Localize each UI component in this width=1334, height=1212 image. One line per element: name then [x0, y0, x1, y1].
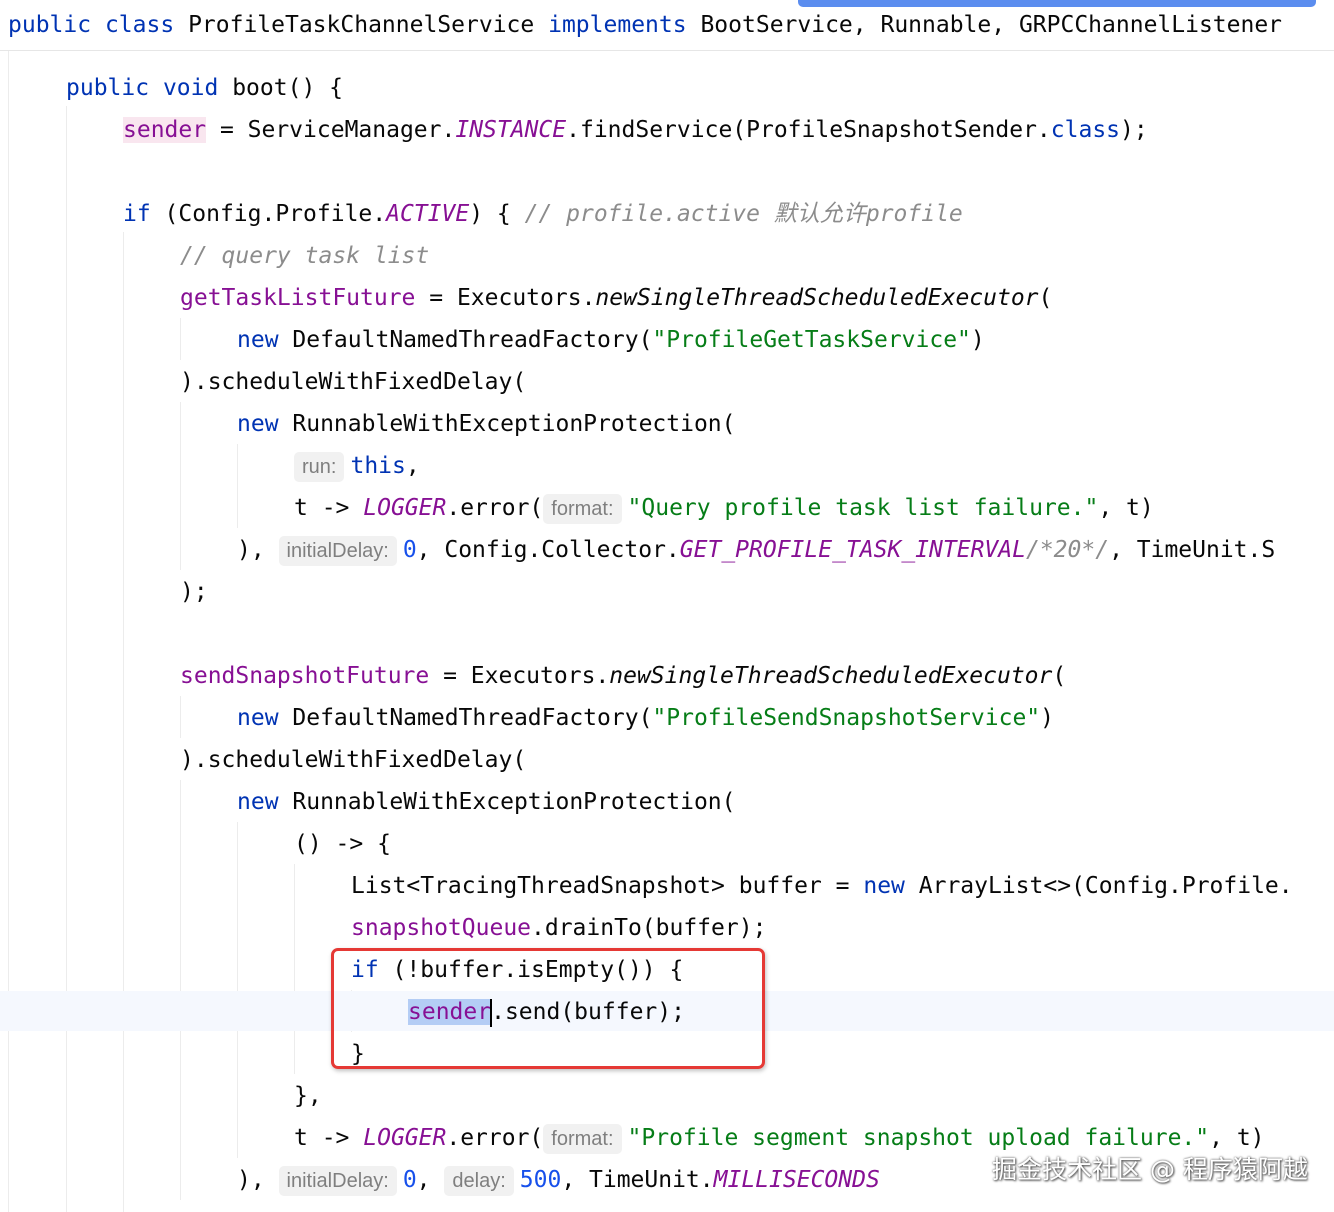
code-line-if-active: if (Config.Profile.ACTIVE) { // profile.…: [123, 201, 963, 227]
code-line-comment: // query task list: [180, 243, 430, 269]
code-line-close-1: );: [180, 579, 208, 605]
code-editor[interactable]: @0verride public class ProfileTaskChanne…: [0, 0, 1334, 1212]
param-hint-run: run:: [294, 451, 345, 482]
code-line-lambda: () -> {: [294, 831, 391, 857]
code-line-runnable-2: new RunnableWithExceptionProtection(: [237, 789, 736, 815]
scroll-position-indicator[interactable]: [798, 0, 1316, 7]
param-hint-initial-delay: initialDelay:: [278, 535, 397, 566]
code-line-factory-1: new DefaultNamedThreadFactory("ProfileGe…: [237, 327, 985, 353]
indent-guide: [180, 318, 181, 360]
watermark: 掘金技术社区 @ 程序猿阿越: [992, 1155, 1308, 1184]
code-line-list-decl: List<TracingThreadSnapshot> buffer = new…: [351, 873, 1293, 899]
code-line-drain: snapshotQueue.drainTo(buffer);: [351, 915, 767, 941]
code-line-schedule-2: ).scheduleWithFixedDelay(: [180, 747, 527, 773]
indent-guide: [123, 232, 124, 1212]
indent-guide: [294, 864, 295, 1074]
code-line-close-lambda: },: [294, 1083, 322, 1109]
highlight-annotation-box: [331, 948, 765, 1069]
code-line-runnable-1: new RunnableWithExceptionProtection(: [237, 411, 736, 437]
param-hint-initial-delay: initialDelay:: [278, 1165, 397, 1196]
param-hint-format: format:: [543, 493, 622, 524]
code-line-sender-assign: sender = ServiceManager.INSTANCE.findSer…: [123, 117, 1148, 143]
indent-guide: [180, 696, 181, 738]
code-line-factory-2: new DefaultNamedThreadFactory("ProfileSe…: [237, 705, 1055, 731]
param-hint-format: format:: [543, 1123, 622, 1154]
code-line-get-future: getTaskListFuture = Executors.newSingleT…: [180, 285, 1053, 311]
indent-guide: [8, 50, 9, 1212]
sender-field: sender: [123, 117, 207, 143]
code-line-delay-1: ), initialDelay: 0, Config.Collector.GET_…: [237, 533, 1275, 567]
indent-guide: [237, 822, 238, 1158]
indent-guide: [237, 444, 238, 528]
code-line-error-1: t -> LOGGER.error(format: "Query profile …: [294, 491, 1154, 525]
code-comment: // profile.active 默认允许profile: [524, 201, 963, 227]
class-name: ProfileTaskChannelService: [188, 12, 535, 38]
code-line-send-future: sendSnapshotFuture = Executors.newSingle…: [180, 663, 1067, 689]
sticky-class-header[interactable]: public class ProfileTaskChannelService i…: [0, 0, 1334, 51]
class-declaration-line: public class ProfileTaskChannelService i…: [8, 12, 1283, 38]
indent-guide: [180, 780, 181, 1200]
code-line-schedule-1: ).scheduleWithFixedDelay(: [180, 369, 527, 395]
code-line-boot: public void boot() {: [66, 75, 343, 101]
param-hint-delay: delay:: [444, 1165, 514, 1196]
code-line-run-this: run: this,: [294, 449, 420, 483]
indent-guide: [180, 402, 181, 570]
indent-guide: [66, 106, 67, 1212]
code-line-delay-2: ), initialDelay: 0, delay: 500, TimeUnit.M…: [237, 1163, 880, 1197]
